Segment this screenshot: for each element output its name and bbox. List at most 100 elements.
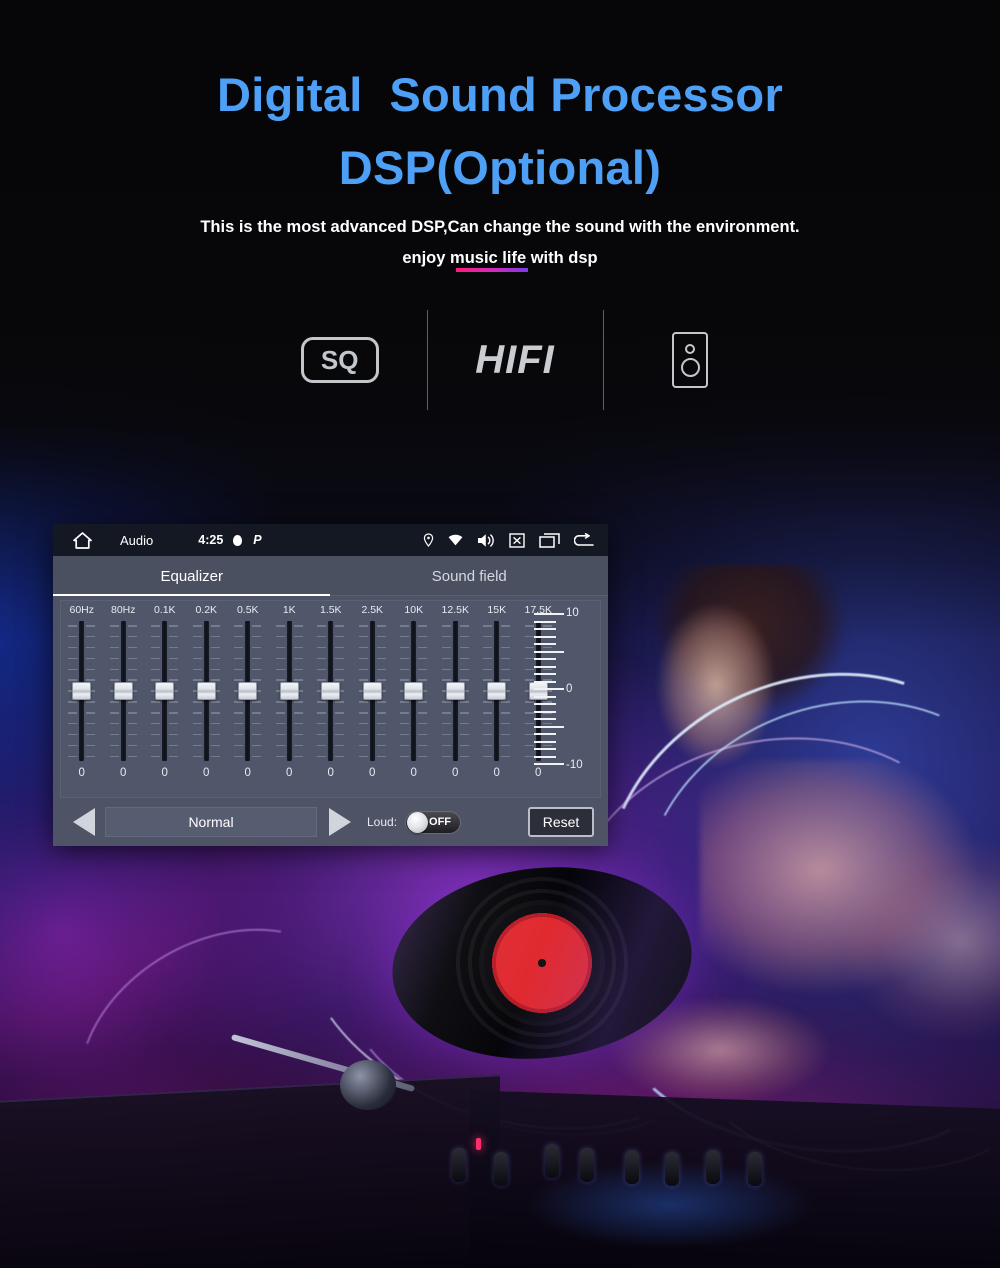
- eq-slider-tick: [335, 712, 345, 714]
- eq-slider-thumb[interactable]: [279, 682, 299, 700]
- eq-slider-tick: [86, 755, 96, 757]
- eq-slider-tick: [210, 679, 220, 681]
- eq-slider-tick: [317, 755, 327, 757]
- eq-slider-track[interactable]: [358, 621, 386, 761]
- android-status-bar: Audio 4:25 P: [53, 524, 608, 556]
- eq-slider-thumb[interactable]: [72, 682, 92, 700]
- eq-slider-thumb[interactable]: [445, 682, 465, 700]
- eq-slider-tick: [335, 755, 345, 757]
- eq-slider-tick: [317, 635, 327, 638]
- eq-slider-tick: [86, 668, 96, 670]
- eq-slider-track[interactable]: [192, 621, 220, 761]
- eq-slider-track[interactable]: [151, 621, 179, 761]
- wifi-icon[interactable]: [448, 534, 463, 546]
- eq-slider-tick: [127, 668, 137, 670]
- eq-slider-tick: [252, 712, 262, 714]
- band-frequency-label: 60Hz: [69, 604, 94, 616]
- prev-arrow-icon[interactable]: [73, 808, 95, 836]
- eq-slider-tick: [358, 657, 368, 660]
- tab-sound-field[interactable]: Sound field: [331, 556, 609, 596]
- eq-slider-tick: [376, 668, 386, 670]
- eq-slider-tick: [501, 701, 511, 703]
- speaker-tweeter-icon: [685, 343, 696, 354]
- eq-slider-thumb[interactable]: [196, 682, 216, 700]
- eq-slider-tick: [192, 701, 202, 703]
- eq-slider-tick: [68, 668, 78, 670]
- eq-slider[interactable]: [103, 621, 145, 761]
- eq-slider[interactable]: [61, 621, 103, 761]
- tab-equalizer[interactable]: Equalizer: [53, 556, 331, 596]
- close-box-icon[interactable]: [509, 532, 525, 548]
- home-icon[interactable]: [73, 531, 92, 549]
- eq-slider-tick: [275, 657, 285, 660]
- reset-button[interactable]: Reset: [528, 807, 594, 837]
- eq-slider-thumb[interactable]: [321, 682, 341, 700]
- eq-slider-tick: [317, 679, 327, 681]
- eq-slider-tick: [86, 701, 96, 703]
- eq-slider-tick: [483, 646, 493, 649]
- eq-slider-tick: [483, 657, 493, 660]
- loudness-toggle[interactable]: OFF: [405, 810, 462, 834]
- gain-scale-tick: [534, 665, 556, 668]
- eq-slider-tick: [169, 701, 179, 703]
- eq-slider[interactable]: [310, 621, 352, 761]
- eq-slider-thumb[interactable]: [113, 682, 133, 700]
- eq-slider-track[interactable]: [68, 621, 96, 761]
- eq-slider[interactable]: [227, 621, 269, 761]
- eq-slider-tick: [192, 635, 202, 638]
- next-arrow-icon[interactable]: [329, 808, 351, 836]
- eq-slider-tick: [441, 744, 451, 747]
- eq-slider-tick: [127, 646, 137, 649]
- eq-slider-track[interactable]: [441, 621, 469, 761]
- eq-slider[interactable]: [186, 621, 228, 761]
- eq-slider[interactable]: [144, 621, 186, 761]
- eq-slider-track[interactable]: [234, 621, 262, 761]
- eq-slider-tick: [483, 744, 493, 747]
- eq-slider-tick: [376, 733, 386, 736]
- eq-slider-thumb[interactable]: [238, 682, 258, 700]
- location-pin-icon[interactable]: [423, 533, 434, 547]
- eq-slider-tick: [400, 712, 410, 714]
- eq-slider-tick: [210, 646, 220, 649]
- eq-slider-tick: [192, 679, 202, 681]
- toggle-knob: [407, 811, 429, 833]
- gain-scale-tick: [534, 658, 556, 660]
- eq-slider[interactable]: [269, 621, 311, 761]
- eq-slider-thumb[interactable]: [155, 682, 175, 700]
- eq-slider-tick: [68, 733, 78, 736]
- back-arrow-icon[interactable]: [574, 533, 594, 547]
- hifi-badge: HIFI: [427, 310, 602, 410]
- eq-slider-thumb[interactable]: [487, 682, 507, 700]
- eq-slider-tick: [524, 657, 534, 660]
- eq-slider[interactable]: [476, 621, 518, 761]
- eq-slider-tick: [418, 712, 428, 714]
- band-value: 0: [535, 767, 542, 779]
- eq-slider-track[interactable]: [109, 621, 137, 761]
- eq-slider-track[interactable]: [275, 621, 303, 761]
- eq-slider-track[interactable]: [317, 621, 345, 761]
- volume-icon[interactable]: [477, 533, 495, 548]
- eq-slider-track[interactable]: [483, 621, 511, 761]
- eq-slider-thumb[interactable]: [362, 682, 382, 700]
- preset-display[interactable]: Normal: [105, 807, 317, 837]
- eq-slider-tick: [483, 755, 493, 757]
- eq-slider[interactable]: [352, 621, 394, 761]
- eq-slider-tick: [234, 701, 244, 703]
- band-frequency-label: 1.5K: [319, 604, 342, 616]
- eq-slider-thumb[interactable]: [404, 682, 424, 700]
- eq-slider-tick: [275, 755, 285, 757]
- eq-slider-tick: [459, 733, 469, 736]
- eq-slider[interactable]: [435, 621, 477, 761]
- eq-slider-tick: [68, 712, 78, 714]
- eq-slider-tick: [252, 635, 262, 638]
- eq-slider[interactable]: [393, 621, 435, 761]
- eq-slider-track[interactable]: [400, 621, 428, 761]
- recents-icon[interactable]: [539, 532, 560, 548]
- eq-slider-tick: [169, 744, 179, 747]
- eq-slider-tick: [275, 679, 285, 681]
- eq-slider-tick: [483, 733, 493, 736]
- eq-slider-tick: [151, 733, 161, 736]
- eq-slider-tick: [400, 744, 410, 747]
- eq-slider-tick: [400, 646, 410, 649]
- band-value: 0: [161, 767, 168, 779]
